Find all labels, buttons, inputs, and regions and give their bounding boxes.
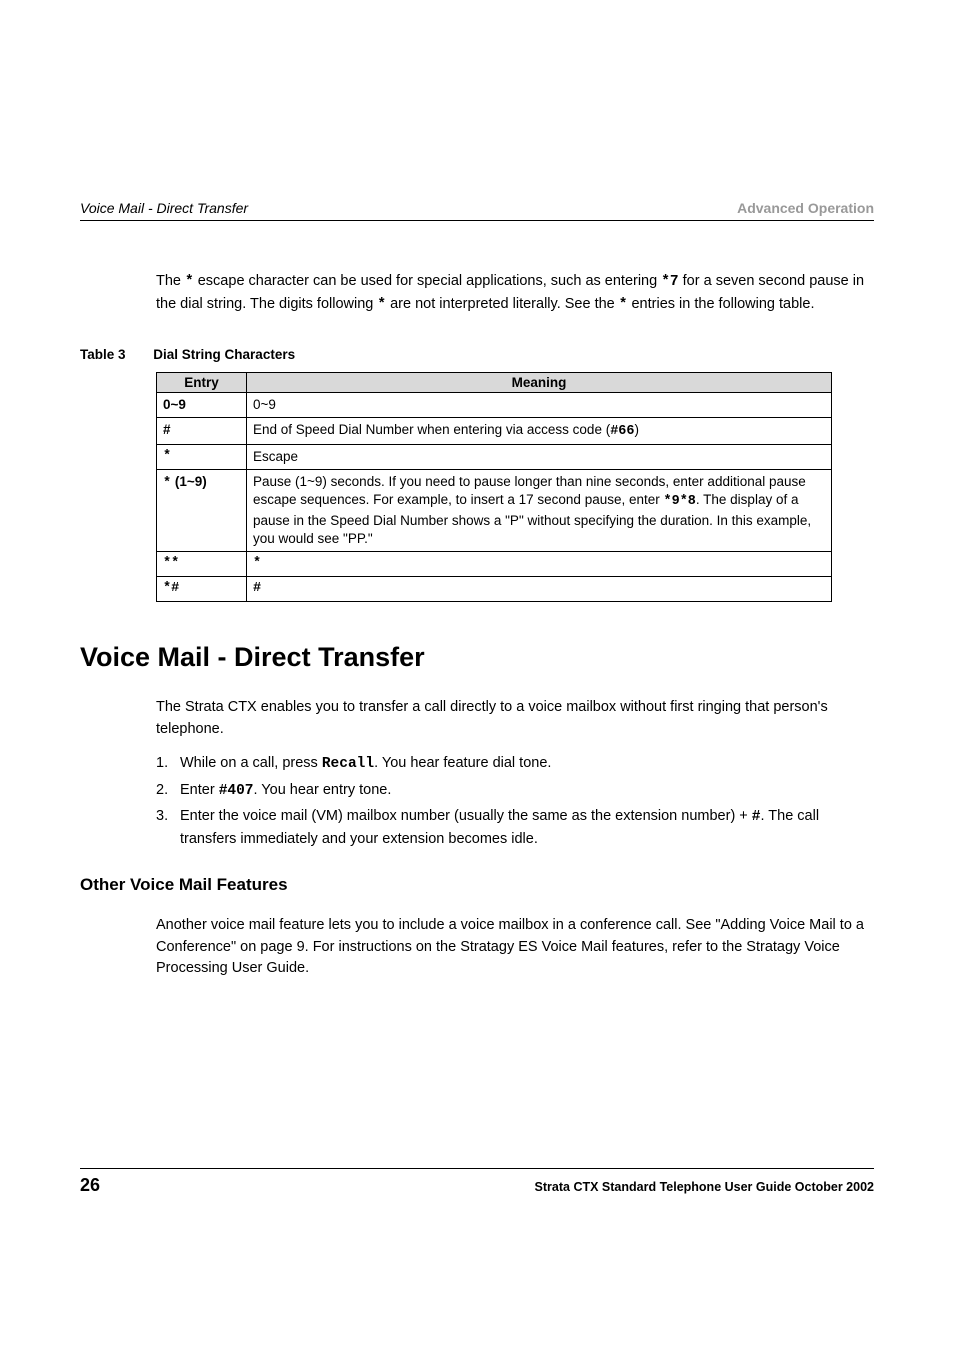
intro-e: entries in the following table. (627, 296, 814, 312)
range-text: (1~9) (175, 474, 207, 489)
meaning-a: End of Speed Dial Number when entering v… (253, 422, 610, 437)
table-number: Table 3 (80, 347, 126, 362)
table-row: * Escape (157, 444, 832, 469)
step-2: 2. Enter #407. You hear entry tone. (156, 780, 874, 803)
table-header-row: Entry Meaning (157, 372, 832, 392)
step-b: . You hear feature dial tone. (374, 755, 551, 771)
step-text: Enter #407. You hear entry tone. (180, 780, 391, 803)
section-para: The Strata CTX enables you to transfer a… (156, 697, 874, 741)
meaning-code: *9*8 (664, 494, 696, 509)
step-a: While on a call, press (180, 755, 322, 771)
meaning-code: #66 (610, 424, 634, 439)
step-code: #407 (219, 783, 254, 799)
intro-paragraph: The * escape character can be used for s… (156, 271, 874, 317)
step-a: Enter (180, 782, 219, 798)
dial-string-table: Entry Meaning 0~9 0~9 # End of Speed Dia… (156, 372, 832, 603)
step-text: Enter the voice mail (VM) mailbox number… (180, 806, 874, 851)
cell-meaning: Escape (247, 444, 832, 469)
intro-b: escape character can be used for special… (194, 273, 662, 289)
cell-entry: ** (157, 552, 247, 577)
footer-text: Strata CTX Standard Telephone User Guide… (535, 1180, 874, 1194)
table-title: Dial String Characters (153, 347, 295, 362)
meaning-b: ) (635, 422, 640, 437)
intro-a: The (156, 273, 185, 289)
step-1: 1. While on a call, press Recall. You he… (156, 753, 874, 776)
table-row: 0~9 0~9 (157, 392, 832, 417)
cell-meaning: 0~9 (247, 392, 832, 417)
intro-d: are not interpreted literally. See the (386, 296, 619, 312)
table-caption: Table 3 Dial String Characters (80, 347, 874, 362)
section-heading: Voice Mail - Direct Transfer (80, 642, 874, 673)
table-row: # End of Speed Dial Number when entering… (157, 417, 832, 444)
cell-entry: *# (157, 577, 247, 602)
cell-meaning: * (247, 552, 832, 577)
header-left: Voice Mail - Direct Transfer (80, 200, 248, 216)
step-text: While on a call, press Recall. You hear … (180, 753, 551, 776)
step-num: 2. (156, 780, 180, 803)
star-icon: * (163, 476, 171, 491)
table-row: * (1~9) Pause (1~9) seconds. If you need… (157, 470, 832, 552)
star7-code: *7 (661, 274, 678, 290)
col-entry: Entry (157, 372, 247, 392)
footer-rule (80, 1168, 874, 1169)
subsection-para: Another voice mail feature lets you to i… (156, 915, 874, 980)
header-rule (80, 220, 874, 221)
running-header: Voice Mail - Direct Transfer Advanced Op… (80, 200, 874, 216)
step-3: 3. Enter the voice mail (VM) mailbox num… (156, 806, 874, 851)
asterisk-icon: * (185, 274, 194, 290)
step-code: # (752, 809, 761, 825)
col-meaning: Meaning (247, 372, 832, 392)
step-b: . You hear entry tone. (254, 782, 392, 798)
cell-entry: # (157, 417, 247, 444)
step-num: 3. (156, 806, 180, 851)
cell-entry: * (1~9) (157, 470, 247, 552)
table-row: *# # (157, 577, 832, 602)
cell-meaning: Pause (1~9) seconds. If you need to paus… (247, 470, 832, 552)
header-right: Advanced Operation (737, 200, 874, 216)
cell-meaning: # (247, 577, 832, 602)
cell-entry: * (157, 444, 247, 469)
step-num: 1. (156, 753, 180, 776)
recall-label: Recall (322, 756, 374, 772)
page-footer: 26 Strata CTX Standard Telephone User Gu… (80, 1168, 874, 1196)
subsection-heading: Other Voice Mail Features (80, 875, 874, 895)
cell-entry: 0~9 (157, 392, 247, 417)
page-number: 26 (80, 1175, 100, 1196)
asterisk-icon-2: * (377, 297, 386, 313)
step-a: Enter the voice mail (VM) mailbox number… (180, 808, 752, 824)
cell-meaning: End of Speed Dial Number when entering v… (247, 417, 832, 444)
table-row: ** * (157, 552, 832, 577)
